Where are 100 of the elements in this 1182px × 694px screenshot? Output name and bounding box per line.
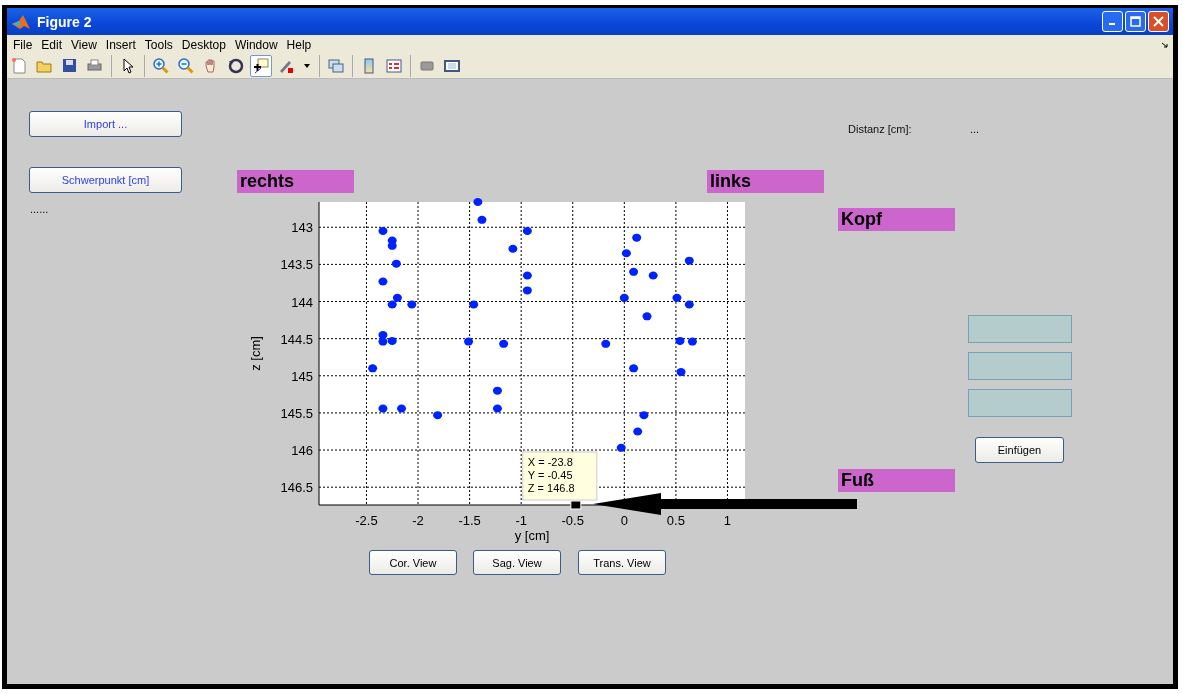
- tick-label: 146: [291, 443, 313, 459]
- data-point: [433, 411, 443, 420]
- datatip-text: Z = 146.8: [527, 482, 575, 494]
- input-field[interactable]: [968, 352, 1072, 380]
- legend-icon: [385, 56, 403, 75]
- data-point: [387, 336, 397, 345]
- menu-item[interactable]: Edit: [39, 37, 70, 52]
- rotate-icon: [227, 56, 245, 75]
- data-point: [684, 256, 694, 265]
- import-button[interactable]: Import ...: [29, 111, 182, 137]
- data-point: [469, 300, 479, 309]
- tick-label: -0.5: [561, 513, 584, 528]
- data-point: [387, 241, 397, 250]
- tick-label: 145: [291, 368, 313, 384]
- data-point: [672, 293, 682, 302]
- menu-item[interactable]: Desktop: [179, 37, 233, 52]
- data-point: [619, 293, 629, 302]
- data-point: [616, 443, 626, 452]
- link-icon: [327, 56, 345, 75]
- tick-label: -1: [515, 513, 527, 528]
- menu-item[interactable]: Window: [232, 37, 285, 52]
- insert-button[interactable]: Einfügen: [975, 437, 1064, 463]
- data-cursor-icon: [252, 56, 270, 75]
- tick-label: -2.5: [355, 513, 378, 528]
- data-point: [492, 386, 502, 395]
- tick-label: 144: [291, 294, 313, 310]
- data-point: [601, 339, 611, 348]
- caret-icon: [304, 63, 310, 68]
- data-point: [508, 244, 518, 253]
- window-title: Figure 2: [37, 13, 92, 30]
- zoom-out-icon: [177, 56, 195, 75]
- data-point: [378, 226, 388, 235]
- data-point: [368, 364, 378, 373]
- data-point: [522, 226, 532, 235]
- data-cursor-marker[interactable]: [570, 500, 582, 510]
- close-button[interactable]: [1148, 11, 1169, 32]
- data-point: [378, 404, 388, 413]
- axis-label: z [cm]: [248, 336, 263, 371]
- data-point: [397, 404, 406, 413]
- menu-item[interactable]: Insert: [103, 37, 143, 52]
- foot-label: Fuß: [838, 469, 955, 492]
- input-field[interactable]: [968, 315, 1072, 343]
- view-button[interactable]: Cor. View: [369, 550, 457, 575]
- data-point: [464, 337, 474, 346]
- tick-label: 143: [291, 220, 313, 236]
- data-point: [639, 411, 649, 420]
- new-document-icon: [11, 56, 29, 75]
- tick-label: 0: [620, 513, 628, 528]
- side-label: rechts: [237, 170, 354, 193]
- tick-label: -2: [412, 513, 424, 528]
- centroid-value: ......: [30, 203, 49, 215]
- data-point: [477, 215, 487, 224]
- data-point: [621, 249, 631, 258]
- centroid-button[interactable]: Schwerpunkt [cm]: [29, 167, 182, 193]
- dock-arrow-icon[interactable]: [1161, 40, 1169, 49]
- data-point: [391, 259, 401, 268]
- view-button[interactable]: Trans. View: [578, 550, 666, 575]
- data-point: [378, 330, 388, 339]
- menu-item[interactable]: Help: [284, 37, 319, 52]
- data-point: [387, 300, 397, 309]
- tick-label: 144.5: [280, 331, 313, 347]
- minimize-button[interactable]: [1102, 11, 1123, 32]
- datatip-text: X = -23.8: [527, 456, 573, 468]
- data-point: [499, 339, 509, 348]
- tick-label: 1: [723, 513, 732, 528]
- data-point: [676, 368, 686, 377]
- datatip-text: Y = -0.45: [527, 469, 573, 481]
- data-point: [675, 336, 685, 345]
- view-button[interactable]: Sag. View: [473, 550, 561, 575]
- data-point: [378, 337, 388, 346]
- side-label: links: [707, 170, 824, 193]
- data-point: [629, 364, 639, 373]
- zoom-in-icon: [152, 56, 170, 75]
- head-label: Kopf: [838, 208, 955, 231]
- tick-label: 146.5: [280, 480, 313, 496]
- data-point: [633, 427, 643, 436]
- data-point: [407, 300, 417, 309]
- menu-item[interactable]: File: [11, 37, 40, 52]
- data-cursor-button[interactable]: [250, 54, 272, 77]
- tick-label: 145.5: [280, 405, 313, 421]
- menu-item[interactable]: Tools: [142, 37, 180, 52]
- data-point: [473, 198, 483, 206]
- maximize-button[interactable]: [1125, 11, 1146, 32]
- data-point: [522, 271, 532, 280]
- data-point: [632, 233, 642, 242]
- tick-label: 0.5: [666, 513, 685, 528]
- data-point: [629, 267, 639, 276]
- input-field[interactable]: [968, 389, 1072, 417]
- close-icon: [1153, 16, 1164, 27]
- distance-label: Distanz [cm]:: [848, 123, 912, 135]
- data-point: [684, 300, 694, 309]
- data-point: [642, 312, 652, 321]
- tick-label: -1.5: [458, 513, 481, 528]
- data-point: [648, 271, 658, 280]
- data-point: [492, 404, 502, 413]
- axis-label: y [cm]: [514, 528, 550, 543]
- menu-item[interactable]: View: [69, 37, 104, 52]
- distance-value: ...: [970, 123, 980, 135]
- data-point: [687, 337, 697, 346]
- tick-label: 143.5: [280, 257, 313, 273]
